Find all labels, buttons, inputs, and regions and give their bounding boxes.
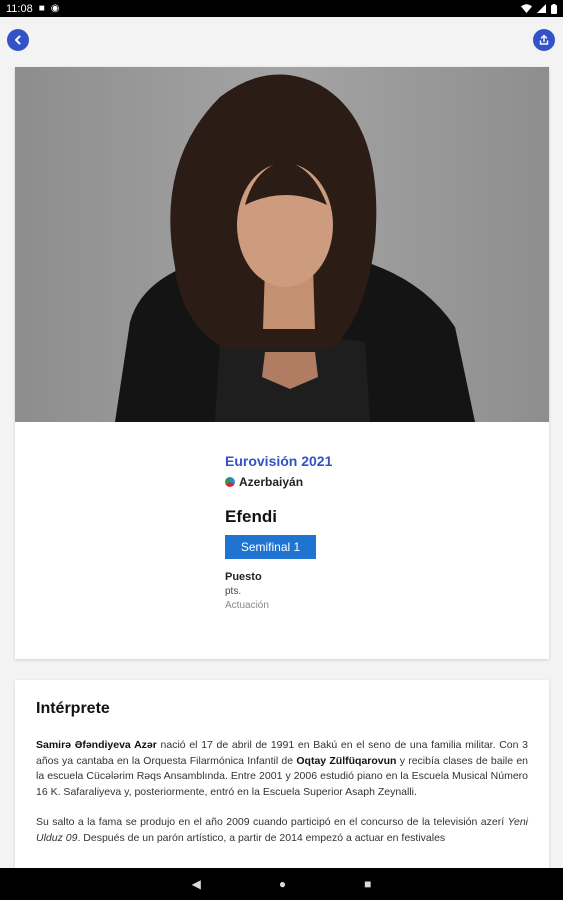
song-title: Efendi	[225, 507, 277, 526]
entry-info: Eurovisión 2021 Azerbaiyán Efendi Semifi…	[225, 453, 525, 611]
sync-icon: ◉	[50, 2, 60, 14]
notification-icon: ■	[38, 2, 45, 14]
flag-icon	[225, 477, 235, 487]
country-name: Azerbaiyán	[239, 475, 304, 489]
share-button[interactable]	[533, 29, 555, 51]
performance-text: Actuación	[225, 600, 269, 611]
nav-home-icon[interactable]: ●	[279, 878, 286, 890]
status-time: 11:08	[6, 2, 33, 15]
back-arrow-icon	[15, 35, 21, 45]
entry-card: Eurovisión 2021 Azerbaiyán Efendi Semifi…	[15, 67, 549, 659]
contest-link[interactable]: Eurovisión 2021	[225, 453, 525, 469]
bio-paragraph-1: Samirə Əfəndiyeva Azər nació el 17 de ab…	[36, 739, 529, 798]
artist-full-name: Samirə Əfəndiyeva Azər	[36, 739, 157, 751]
system-nav-bar: ◀ ● ■	[0, 868, 563, 900]
signal-icon	[537, 4, 546, 13]
stage-badge[interactable]: Semifinal 1	[225, 535, 316, 559]
placing-label: Puesto	[225, 571, 262, 583]
bio-card: Intérprete Samirə Əfəndiyeva Azər nació …	[15, 680, 549, 880]
bio-paragraph-2: Su salto a la fama se produjo en el año …	[36, 816, 528, 844]
artist-photo	[15, 67, 549, 422]
nav-recents-icon[interactable]: ■	[364, 878, 371, 890]
back-button[interactable]	[7, 29, 29, 51]
orchestra-name: Oqtay Zülfüqarovun	[296, 754, 397, 767]
nav-back-icon[interactable]: ◀	[192, 878, 201, 890]
section-title: Intérprete	[36, 700, 110, 717]
status-bar: 11:08 ■ ◉	[0, 0, 563, 17]
battery-icon	[551, 3, 557, 14]
points-text: pts.	[225, 586, 242, 597]
country-row[interactable]: Azerbaiyán	[225, 475, 525, 489]
app-bar	[0, 17, 563, 65]
share-icon	[539, 34, 549, 45]
wifi-icon	[521, 4, 532, 13]
